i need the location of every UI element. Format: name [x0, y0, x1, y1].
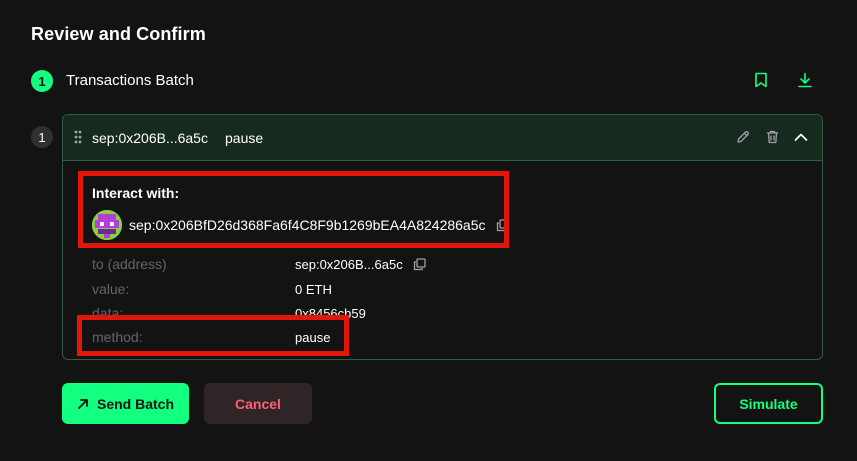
to-address-label: to (address): [92, 256, 167, 272]
drag-handle-icon[interactable]: [74, 130, 82, 149]
data-label: data:: [92, 305, 124, 321]
bookmark-icon[interactable]: [752, 71, 770, 89]
value-label: value:: [92, 281, 130, 297]
header-address: sep:0x206B...6a5c: [92, 130, 208, 146]
transaction-index-badge: 1: [31, 126, 53, 148]
delete-icon[interactable]: [763, 128, 781, 146]
batch-title: Transactions Batch: [66, 72, 194, 89]
to-address-text: sep:0x206B...6a5c: [295, 257, 403, 272]
edit-icon[interactable]: [734, 128, 752, 146]
transaction-card: sep:0x206B...6a5c pause Interact with: s…: [62, 114, 823, 360]
step-number-badge: 1: [31, 70, 53, 92]
method-value: pause: [295, 330, 331, 345]
download-icon[interactable]: [796, 71, 814, 89]
data-value: 0x8456cb59: [295, 306, 366, 321]
contract-address: sep:0x206BfD26d368Fa6f4C8F9b1269bEA4A824…: [129, 217, 509, 233]
copy-address-icon[interactable]: [495, 219, 509, 233]
send-batch-label: Send Batch: [96, 395, 174, 412]
simulate-button[interactable]: Simulate: [714, 383, 823, 424]
to-address-value: sep:0x206B...6a5c: [295, 257, 426, 272]
contract-address-text: sep:0x206BfD26d368Fa6f4C8F9b1269bEA4A824…: [129, 217, 486, 233]
address-avatar: [92, 210, 122, 240]
interact-with-label: Interact with:: [92, 185, 180, 201]
arrow-up-right-icon: [78, 398, 88, 409]
send-batch-button[interactable]: Send Batch: [62, 383, 189, 424]
transaction-card-header[interactable]: sep:0x206B...6a5c pause: [63, 115, 822, 161]
page-title: Review and Confirm: [31, 24, 206, 44]
header-method: pause: [225, 130, 264, 146]
cancel-button[interactable]: Cancel: [204, 383, 312, 424]
chevron-up-icon[interactable]: [792, 128, 810, 146]
copy-to-address-icon[interactable]: [412, 258, 426, 272]
value-value: 0 ETH: [295, 282, 332, 297]
method-label: method:: [92, 329, 143, 345]
